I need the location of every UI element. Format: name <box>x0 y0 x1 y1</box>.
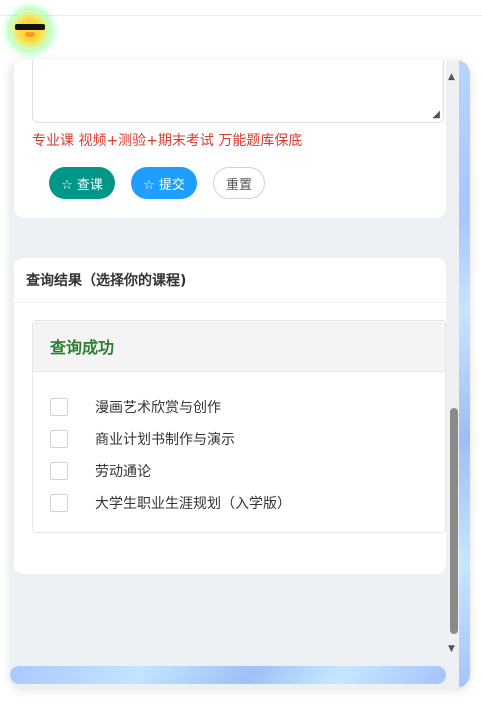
top-divider <box>0 15 482 16</box>
notice-text: 专业课 视频+测验+期末考试 万能题库保底 <box>32 133 303 149</box>
course-label: 商业计划书制作与演示 <box>95 432 235 448</box>
submit-button[interactable]: ☆ 提交 <box>131 167 197 199</box>
results-card: 查询结果（选择你的课程) 查询成功 漫画艺术欣赏与创作 商业计划书制作与演示 劳… <box>14 258 446 574</box>
course-checkbox[interactable] <box>50 462 68 480</box>
course-label: 大学生职业生涯规划（入学版） <box>95 496 291 512</box>
course-label: 劳动通论 <box>95 464 151 480</box>
query-window: ◢ 专业课 视频+测验+期末考试 万能题库保底 ☆ 查课 ☆ 提交 重置 查询结… <box>10 60 470 688</box>
course-item[interactable]: 劳动通论 <box>50 460 151 482</box>
duck-icon <box>19 18 41 42</box>
results-title: 查询结果（选择你的课程) <box>14 258 446 303</box>
horizontal-scrollbar[interactable] <box>10 666 446 684</box>
results-panel: 查询成功 漫画艺术欣赏与创作 商业计划书制作与演示 劳动通论 大学生职业生涯规划… <box>32 320 446 533</box>
course-item[interactable]: 商业计划书制作与演示 <box>50 428 235 450</box>
sunglasses-icon <box>15 24 45 30</box>
beak-shape <box>25 32 35 37</box>
search-course-button[interactable]: ☆ 查课 <box>49 167 115 199</box>
query-card: ◢ 专业课 视频+测验+期末考试 万能题库保底 ☆ 查课 ☆ 提交 重置 <box>14 60 446 218</box>
course-checkbox[interactable] <box>50 430 68 448</box>
course-item[interactable]: 漫画艺术欣赏与创作 <box>50 396 221 418</box>
vertical-scrollbar-track[interactable] <box>459 60 470 688</box>
avatar[interactable] <box>10 10 50 50</box>
reset-button[interactable]: 重置 <box>213 167 265 199</box>
course-checkbox[interactable] <box>50 494 68 512</box>
scroll-up-arrow-icon[interactable]: ▲ <box>448 72 455 82</box>
course-item[interactable]: 大学生职业生涯规划（入学版） <box>50 492 291 514</box>
vertical-scrollbar-thumb[interactable] <box>450 408 458 634</box>
course-label: 漫画艺术欣赏与创作 <box>95 400 221 416</box>
resize-handle-icon[interactable]: ◢ <box>432 109 440 120</box>
course-input-textarea[interactable]: ◢ <box>32 60 444 123</box>
scroll-down-arrow-icon[interactable]: ▼ <box>448 644 455 654</box>
course-checkbox[interactable] <box>50 398 68 416</box>
status-heading: 查询成功 <box>33 321 445 372</box>
